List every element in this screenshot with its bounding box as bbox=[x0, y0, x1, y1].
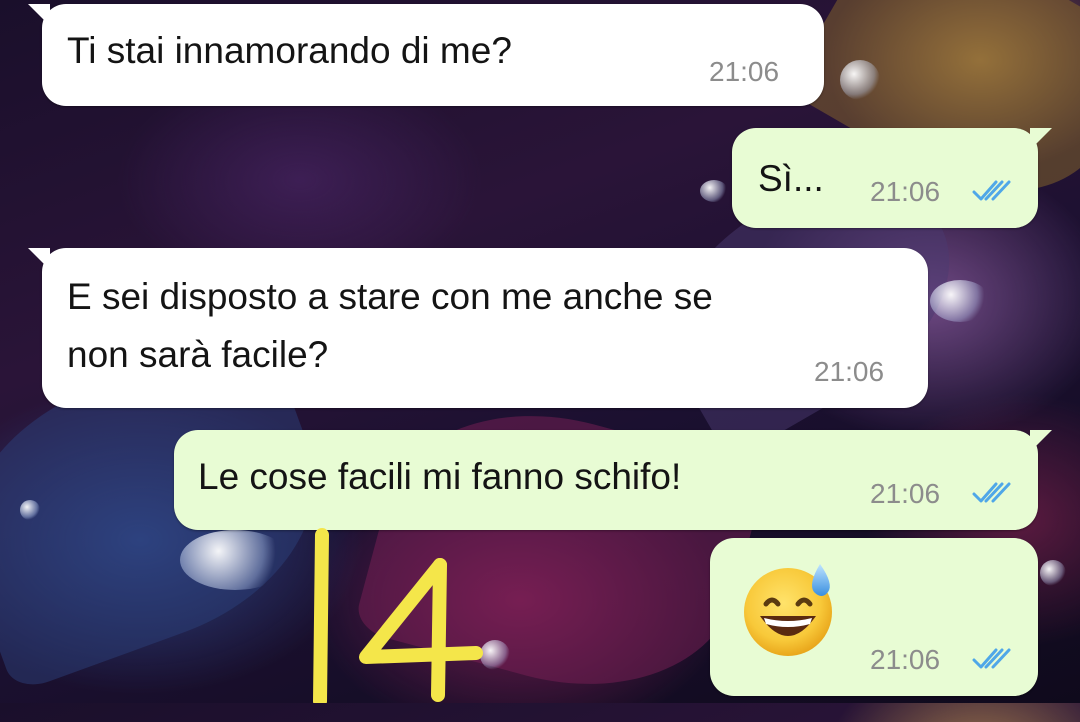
handwritten-14-overlay: 14 bbox=[313, 528, 483, 703]
message-time: 21:06 bbox=[870, 478, 941, 509]
message-bubble-incoming[interactable]: Ti stai innamorando di me? 21:06 bbox=[28, 4, 824, 106]
message-time: 21:06 bbox=[870, 176, 941, 207]
bubble-tail bbox=[1030, 128, 1052, 150]
read-receipt-double-check-icon bbox=[972, 180, 1011, 201]
grinning-face-with-sweat-icon bbox=[744, 564, 832, 656]
water-drop bbox=[20, 500, 40, 520]
message-text-line: non sarà facile? bbox=[67, 334, 329, 375]
message-text: Sì... bbox=[758, 158, 824, 199]
read-receipt-double-check-icon bbox=[972, 648, 1011, 669]
bubble-tail bbox=[1030, 430, 1052, 452]
message-bubble-outgoing[interactable]: Le cose facili mi fanno schifo! 21:06 bbox=[174, 430, 1052, 530]
message-text: Ti stai innamorando di me? bbox=[67, 30, 512, 71]
message-text: Le cose facili mi fanno schifo! bbox=[198, 456, 682, 497]
message-bubble-incoming[interactable]: E sei disposto a stare con me anche se n… bbox=[28, 248, 928, 408]
water-drop bbox=[180, 530, 290, 590]
bubble-tail bbox=[28, 248, 50, 270]
message-bubble-outgoing[interactable]: Sì... 21:06 bbox=[732, 128, 1052, 228]
read-receipt-double-check-icon bbox=[972, 482, 1011, 503]
water-drop bbox=[700, 180, 728, 202]
message-time: 21:06 bbox=[709, 56, 780, 87]
water-drop bbox=[1040, 560, 1066, 586]
message-time: 21:06 bbox=[870, 644, 941, 675]
water-drop bbox=[930, 280, 990, 322]
message-time: 21:06 bbox=[814, 356, 885, 387]
message-bubble-outgoing[interactable]: 21:06 bbox=[710, 538, 1038, 696]
message-text-line: E sei disposto a stare con me anche se bbox=[67, 276, 713, 317]
bubble-tail bbox=[28, 4, 50, 26]
water-drop bbox=[840, 60, 880, 100]
